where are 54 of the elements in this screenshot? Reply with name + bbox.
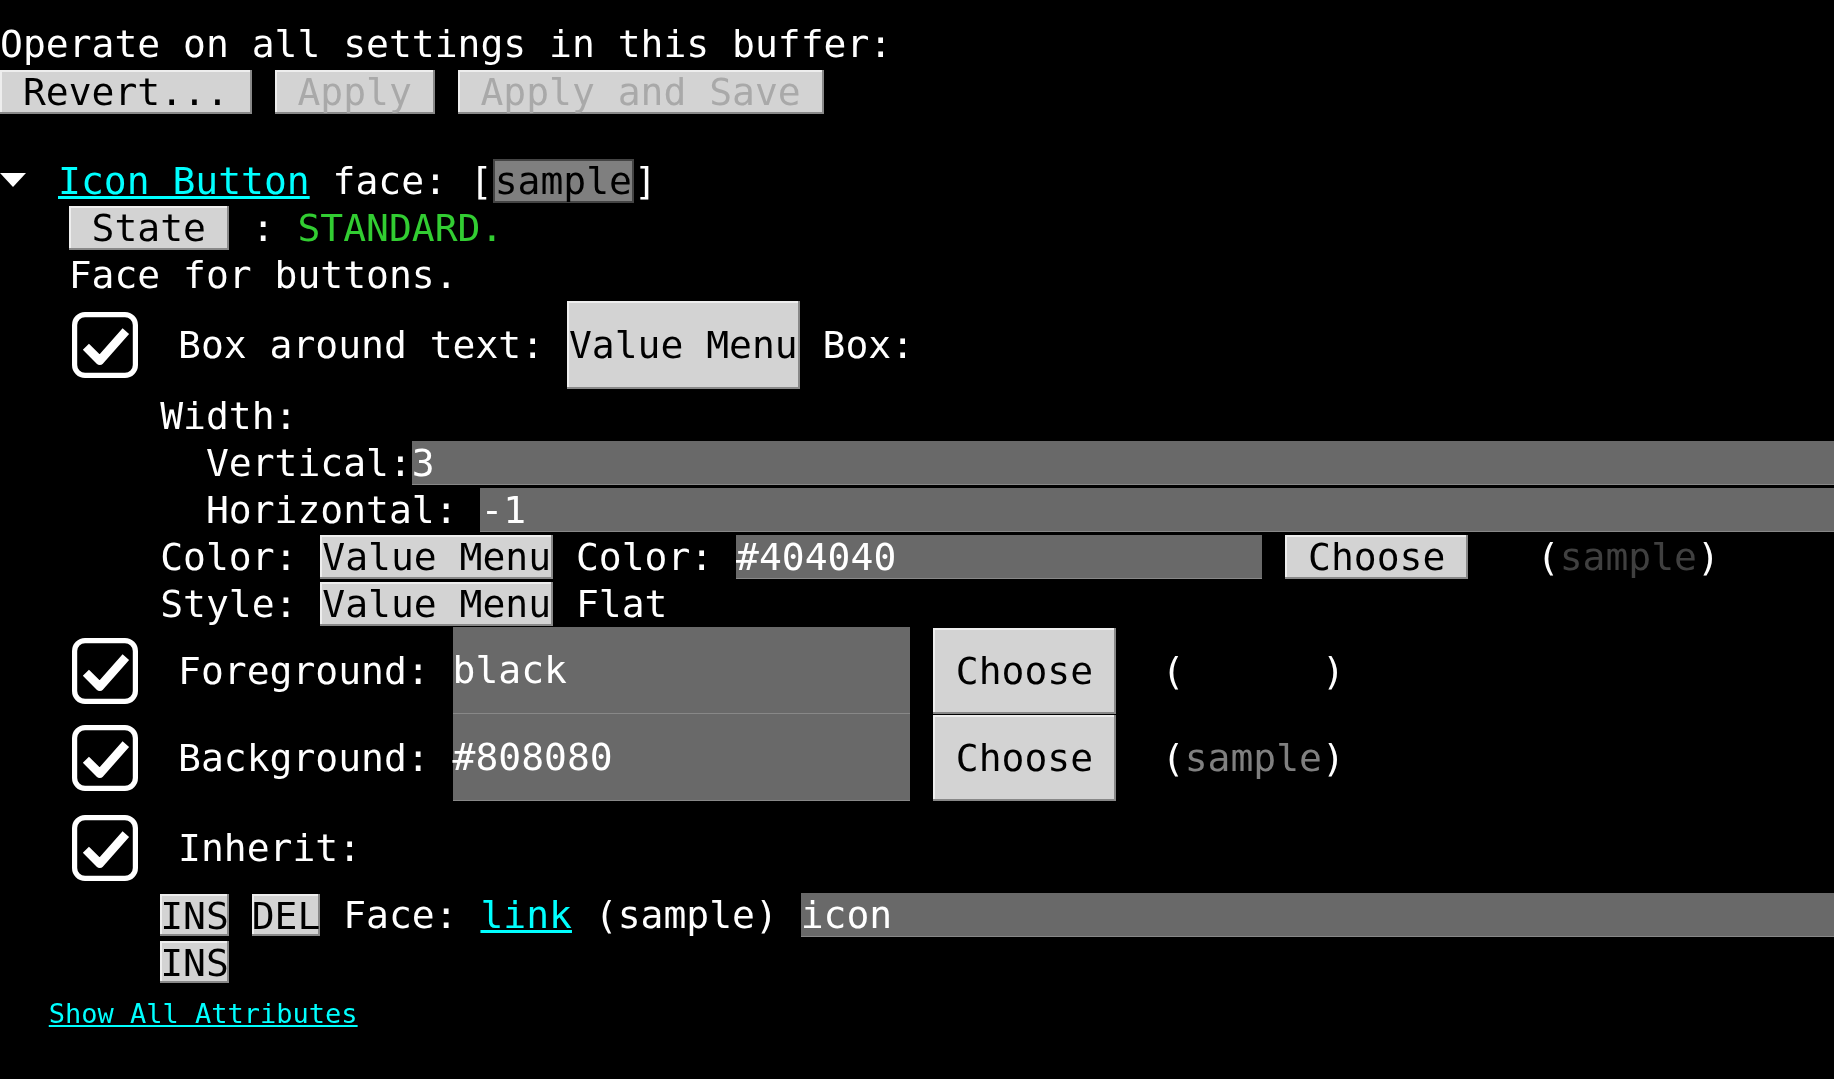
face-sample: sample [492,158,634,203]
state-text: STANDARD. [297,205,504,250]
paren: ) [1321,648,1345,693]
color-attribute-label: Background: [178,735,430,780]
color-sample: sample [1559,534,1697,579]
insert-button[interactable]: INS [160,940,229,983]
paren: ( [1161,735,1185,780]
inherit-label: Inherit: [178,826,362,870]
buffer-action-button[interactable]: Revert... [0,70,252,114]
color-field[interactable]: #404040 [736,534,1263,579]
width-field[interactable]: -1 [480,487,1834,532]
checkbox[interactable] [72,815,138,881]
choose-button[interactable]: Choose [932,714,1116,801]
paren: ) [1697,534,1720,579]
bracket: [ [469,158,493,203]
color-attribute-label: Foreground: [178,648,430,693]
paren: ) [1321,735,1345,780]
checkbox[interactable] [72,637,138,704]
checkbox[interactable] [72,312,138,378]
width-label: Width: [160,393,298,438]
box-value-label: Box: [822,323,915,367]
style-value: Flat [575,581,668,626]
delete-button[interactable]: DEL [251,893,321,936]
state-button[interactable]: State [68,205,229,250]
face-name-link[interactable]: Icon Button [58,158,310,203]
buffer-heading: Operate on all settings in this buffer: [0,21,893,66]
color-label: Color: [160,534,298,579]
paren: ( [1536,534,1560,579]
insert-button[interactable]: INS [160,893,229,936]
box-label: Box around text: [178,323,545,367]
color-field[interactable]: black [452,627,911,714]
face-doc: Face for buttons. [68,252,458,297]
expand-triangle-icon[interactable] [0,172,26,189]
choose-button[interactable]: Choose [1285,534,1469,579]
width-label: Vertical: [205,440,412,485]
checkbox[interactable] [72,724,138,791]
face-label: Face: [343,892,458,937]
value-menu-button[interactable]: Value Menu [320,581,554,626]
width-label: Horizontal: [205,487,458,532]
face-name-field[interactable]: icon [800,892,1834,937]
paren: ( [1161,648,1185,693]
face-sample: (sample) [594,892,778,937]
face-link[interactable]: link [480,892,572,937]
width-field[interactable]: 3 [411,440,1834,485]
value-menu-button[interactable]: Value Menu [566,301,800,389]
bracket: ] [634,158,657,203]
choose-button[interactable]: Choose [932,627,1116,714]
style-label: Style: [160,581,298,626]
color-sample: sample [1184,735,1322,780]
face-label: face: [332,158,447,203]
value-menu-button[interactable]: Value Menu [320,534,554,579]
separator: : [251,205,275,250]
show-all-attributes-link[interactable]: Show All Attributes [48,997,358,1029]
color-label: Color: [575,534,714,579]
